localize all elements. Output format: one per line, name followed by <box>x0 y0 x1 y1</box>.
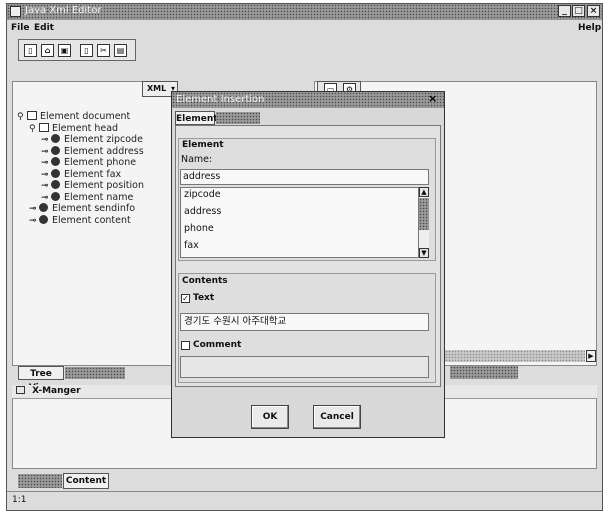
dialog-title-bar[interactable]: Element Insertion × <box>172 92 444 108</box>
tree-item[interactable]: ⊸ Element zipcode <box>41 134 143 145</box>
comment-checkbox-label: Comment <box>193 340 242 350</box>
scroll-thumb[interactable] <box>419 198 429 230</box>
menu-bar: File Edit Help <box>7 21 602 37</box>
list-item[interactable]: fax <box>184 240 199 251</box>
cursor-position: 1:1 <box>12 495 27 505</box>
element-icon <box>51 191 60 201</box>
text-checkbox[interactable]: ✓ <box>181 294 190 303</box>
toolbar: ▯ ⌂ ▣ ▯ ✂ ▤ <box>18 39 136 61</box>
tree-item[interactable]: ⊸ Element phone <box>41 157 136 168</box>
paste-icon[interactable]: ▤ <box>114 44 127 57</box>
menu-help[interactable]: Help <box>578 23 601 33</box>
tab-source[interactable] <box>18 474 62 488</box>
expanded-handle-icon[interactable]: ⚲ <box>29 124 39 134</box>
expanded-handle-icon[interactable]: ⚲ <box>17 112 27 122</box>
tree-item[interactable]: ⊸ Element fax <box>41 168 122 180</box>
maximize-button[interactable]: □ <box>572 5 585 17</box>
tree-item[interactable]: ⊸ Element address <box>41 145 144 157</box>
tree-item-label: Element document <box>40 111 131 122</box>
menu-edit[interactable]: Edit <box>34 23 54 33</box>
book-icon <box>27 111 37 120</box>
contents-group-title: Contents <box>182 276 228 286</box>
element-icon <box>39 203 48 212</box>
tab-tree-view[interactable]: Tree View <box>18 366 64 393</box>
copy-icon[interactable]: ▯ <box>80 44 93 57</box>
tab-content[interactable]: Content <box>63 473 109 489</box>
text-value-input[interactable]: 경기도 수원시 아주대학교 <box>180 313 429 331</box>
text-checkbox-label: Text <box>193 293 215 303</box>
tree-item[interactable]: ⚲ Element head <box>29 122 119 134</box>
element-group-title: Element <box>182 140 224 150</box>
tree-item-label: Element phone <box>64 157 137 168</box>
book-icon <box>39 122 49 132</box>
tree-item-label: Element content <box>52 214 131 226</box>
ok-button[interactable]: OK <box>251 405 289 429</box>
save-icon[interactable]: ▣ <box>58 44 71 57</box>
horizontal-scrollbar[interactable] <box>445 350 585 362</box>
element-list[interactable]: zipcode address phone fax <box>180 187 429 258</box>
tab-list-view[interactable] <box>65 367 125 379</box>
status-bar: 1:1 <box>7 491 602 509</box>
close-button[interactable]: × <box>587 5 600 17</box>
title-bar[interactable]: Java Xml Editor _ □ × <box>7 4 602 20</box>
element-icon <box>51 134 60 143</box>
tree-item[interactable]: ⚲ Element document <box>17 111 130 122</box>
xmanager-title: X-Manger <box>32 386 81 396</box>
comment-input[interactable] <box>180 356 429 378</box>
tree-item-label: Element head <box>52 122 119 134</box>
left-tab-bar: Tree View <box>12 366 178 393</box>
list-item[interactable]: phone <box>184 223 214 234</box>
element-icon <box>51 180 60 189</box>
collapsed-handle-icon[interactable]: ⊸ <box>41 158 51 168</box>
cancel-button[interactable]: Cancel <box>313 405 361 429</box>
tree-item-label: Element fax <box>64 168 122 180</box>
app-icon <box>10 6 21 17</box>
list-item[interactable]: zipcode <box>184 189 221 200</box>
window-icon <box>16 386 25 394</box>
list-item[interactable]: address <box>184 206 221 217</box>
comment-checkbox[interactable] <box>181 341 190 350</box>
tree-item-label: Element zipcode <box>64 134 143 145</box>
bottom-tab-bar: Content <box>12 472 597 489</box>
tab-element[interactable]: Element <box>175 111 218 125</box>
open-icon[interactable]: ⌂ <box>41 44 54 57</box>
scroll-right-arrow[interactable]: ▶ <box>586 350 596 362</box>
list-scrollbar[interactable]: ▲ ▼ <box>418 187 429 258</box>
tree-item[interactable]: ⊸ Element name <box>41 191 134 203</box>
tree-item[interactable]: ⊸ Element content <box>29 214 131 226</box>
tree-item[interactable]: ⊸ Element position <box>41 180 144 191</box>
tree-item-label: Element address <box>64 145 144 157</box>
collapsed-handle-icon[interactable]: ⊸ <box>41 170 51 180</box>
minimize-button[interactable]: _ <box>558 5 571 17</box>
element-icon <box>51 145 60 155</box>
tree-item-label: Element sendinfo <box>52 203 136 214</box>
dialog-title: Element Insertion <box>176 94 265 105</box>
collapsed-handle-icon[interactable]: ⊸ <box>29 204 39 214</box>
window-title: Java Xml Editor <box>25 5 102 16</box>
name-input[interactable]: address <box>180 169 429 185</box>
collapsed-handle-icon[interactable]: ⊸ <box>29 216 39 226</box>
tab-attribute[interactable] <box>216 112 260 124</box>
tree-item-label: Element position <box>64 180 144 191</box>
tree-item[interactable]: ⊸ Element sendinfo <box>29 203 135 214</box>
scroll-down-arrow[interactable]: ▼ <box>419 248 429 258</box>
cut-icon[interactable]: ✂ <box>97 44 110 57</box>
collapsed-handle-icon[interactable]: ⊸ <box>41 193 51 203</box>
element-icon <box>51 157 60 166</box>
collapsed-handle-icon[interactable]: ⊸ <box>41 147 51 157</box>
view-combo-value: XML <box>147 84 167 93</box>
collapsed-handle-icon[interactable]: ⊸ <box>41 135 51 145</box>
scroll-up-arrow[interactable]: ▲ <box>419 187 429 197</box>
element-tree: ⚲ Element document ⚲ Element head ⊸ Element z… <box>17 111 177 261</box>
element-icon <box>39 214 48 224</box>
collapsed-handle-icon[interactable]: ⊸ <box>41 181 51 191</box>
new-icon[interactable]: ▯ <box>24 44 37 57</box>
dialog-close-icon[interactable]: × <box>428 92 437 105</box>
name-label: Name: <box>181 154 213 165</box>
tree-item-label: Element name <box>64 191 134 203</box>
editor-tab-bar <box>450 366 518 379</box>
element-icon <box>51 168 60 178</box>
menu-file[interactable]: File <box>11 23 29 33</box>
